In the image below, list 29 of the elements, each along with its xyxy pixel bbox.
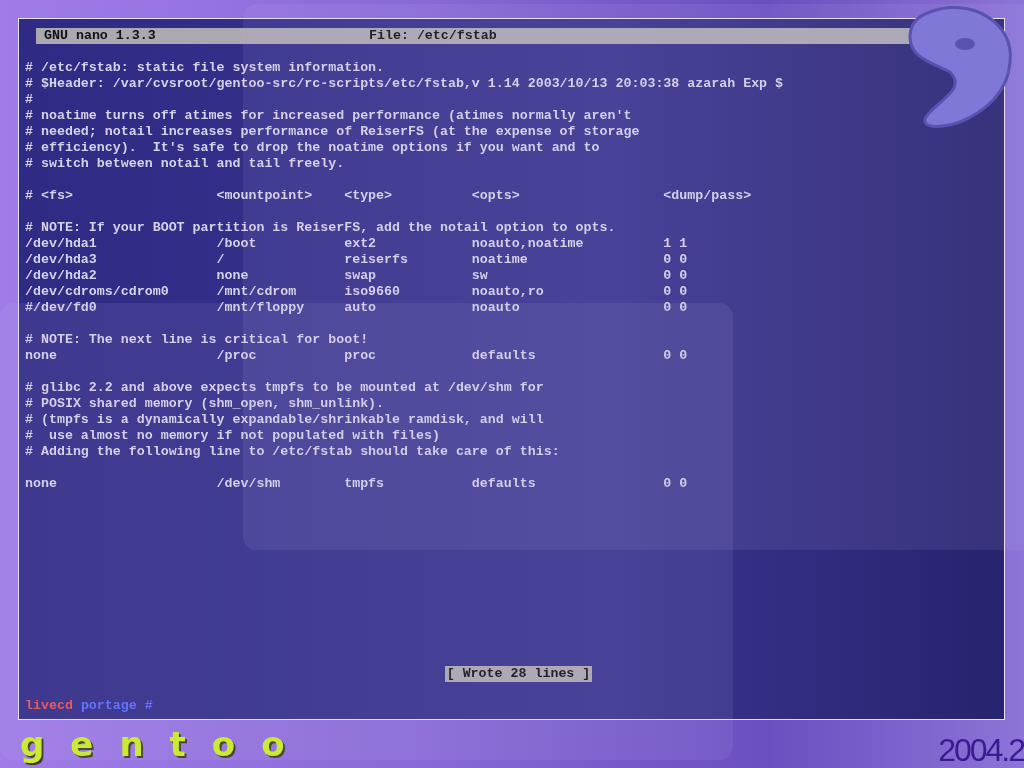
text-line: /dev/hda3 / reiserfs noatime 0 0 [25, 252, 689, 268]
text-line: #/dev/fd0 /mnt/floppy auto noauto 0 0 [25, 300, 689, 316]
text-line: # switch between notail and tail freely. [25, 156, 346, 172]
text-line: /dev/cdroms/cdrom0 /mnt/cdrom iso9660 noauto,ro 0 0 [25, 284, 689, 300]
text-line: # NOTE: If your BOOT partition is ReiserFS, add the notail option to opts. [25, 220, 617, 236]
text-line: # (tmpfs is a dynamically expandable/shrinkable ramdisk, and will [25, 412, 545, 428]
status-message: [ Wrote 28 lines ] [444, 666, 593, 682]
text-line: # Adding the following line to /etc/fstab should take care of this: [25, 444, 561, 460]
text-line: # use almost no memory if not populated with files) [25, 428, 441, 444]
text-line: # [25, 92, 34, 108]
text-line: # efficiency). It's safe to drop the noatime options if you want and to [25, 140, 601, 156]
file-name: File: /etc/fstab [369, 28, 497, 44]
prompt-host: livecd [25, 698, 73, 713]
logo-text: gentoo [19, 723, 311, 766]
text-line: # $Header: /var/cvsroot/gentoo-src/rc-scripts/etc/fstab,v 1.14 2003/10/13 20:03:38 azarah Exp $ [25, 76, 785, 92]
text-line: # needed; notail increases performance of ReiserFS (at the expense of storage [25, 124, 641, 140]
text-line: # POSIX shared memory (shm_open, shm_unlink). [25, 396, 386, 412]
editor-title: GNU nano 1.3.3 [43, 28, 157, 44]
text-line: # NOTE: The next line is critical for boot! [25, 332, 370, 348]
text-line: /dev/hda1 /boot ext2 noauto,noatime 1 1 [25, 236, 689, 252]
text-line: /dev/hda2 none swap sw 0 0 [25, 268, 689, 284]
text-line: none /proc proc defaults 0 0 [25, 348, 689, 364]
prompt-path: portage # [80, 698, 153, 713]
version-label: 2004.2 [938, 732, 1024, 768]
text-line: none /dev/shm tmpfs defaults 0 0 [25, 476, 689, 492]
text-line: # /etc/fstab: static file system information. [25, 60, 386, 76]
text-line: # noatime turns off atimes for increased performance (atimes normally aren't [25, 108, 633, 124]
text-line: # glibc 2.2 and above expects tmpfs to be mounted at /dev/shm for [25, 380, 545, 396]
text-line: # <fs> <mountpoint> <type> <opts> <dump/pass> [25, 188, 753, 204]
